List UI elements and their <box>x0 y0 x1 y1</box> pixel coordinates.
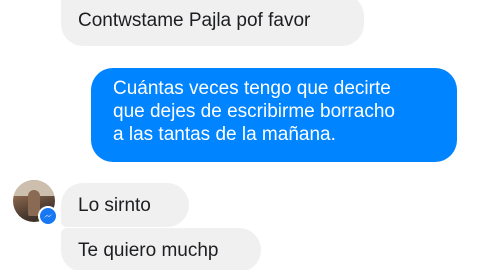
message-text-line: a las tantas de la mañana. <box>113 124 336 145</box>
messenger-icon <box>38 206 58 226</box>
received-message-bubble[interactable]: Contwstame Pajla pof favor <box>61 0 364 46</box>
sent-message-bubble[interactable]: Cuántas veces tengo que decirte que deje… <box>91 68 457 162</box>
chat-thread: Contwstame Pajla pof favor Cuántas veces… <box>0 0 480 270</box>
message-text: Lo sirnto <box>78 194 151 216</box>
received-message-bubble[interactable]: Te quiero muchp <box>61 228 261 270</box>
received-message-bubble[interactable]: Lo sirnto <box>61 183 189 227</box>
message-text-line: Cuántas veces tengo que decirte <box>113 78 391 99</box>
message-text: Te quiero muchp <box>78 239 219 261</box>
message-text: Contwstame Pajla pof favor <box>78 9 311 31</box>
message-text-line: que dejes de escribirme borracho <box>113 101 395 122</box>
